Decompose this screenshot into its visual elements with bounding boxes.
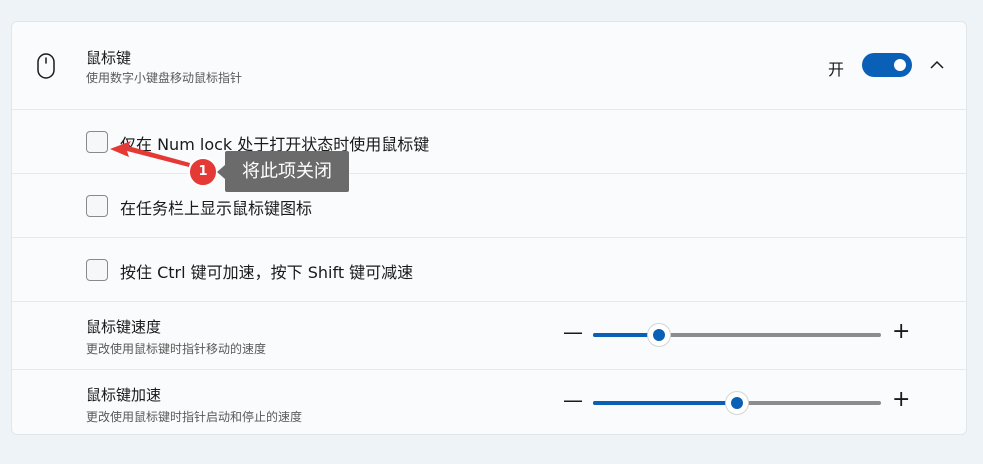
- taskbar-icon-checkbox[interactable]: [86, 195, 108, 217]
- option-row-taskbar-icon[interactable]: 在任务栏上显示鼠标键图标: [12, 173, 966, 237]
- mouse-keys-toggle[interactable]: [862, 53, 912, 77]
- acceleration-plus-icon: +: [892, 387, 911, 412]
- annotation-badge: 1: [188, 157, 218, 187]
- ctrl-shift-label: 按住 Ctrl 键可加速，按下 Shift 键可减速: [120, 263, 414, 282]
- numlock-checkbox[interactable]: [86, 131, 108, 153]
- speed-subtitle: 更改使用鼠标键时指针移动的速度: [86, 342, 267, 356]
- acceleration-slider-thumb[interactable]: [726, 392, 748, 414]
- acceleration-slider[interactable]: [593, 392, 881, 414]
- mouse-icon: [37, 53, 55, 79]
- toggle-knob: [894, 59, 906, 71]
- mouse-keys-title: 鼠标键: [86, 49, 132, 67]
- chevron-up-icon[interactable]: [929, 59, 945, 71]
- mouse-keys-subtitle: 使用数字小键盘移动鼠标指针: [86, 71, 243, 85]
- mouse-keys-card: 鼠标键 使用数字小键盘移动鼠标指针 开 仅在 Num lock 处于打开状态时使…: [11, 21, 967, 435]
- acceleration-row: 鼠标键加速 更改使用鼠标键时指针启动和停止的速度 — +: [12, 369, 966, 436]
- annotation-tooltip: 将此项关闭: [217, 151, 349, 192]
- mouse-keys-header[interactable]: 鼠标键 使用数字小键盘移动鼠标指针 开: [12, 22, 966, 109]
- acceleration-title: 鼠标键加速: [86, 386, 162, 404]
- ctrl-shift-checkbox[interactable]: [86, 259, 108, 281]
- option-row-numlock[interactable]: 仅在 Num lock 处于打开状态时使用鼠标键: [12, 109, 966, 173]
- acceleration-slider-fill: [593, 401, 737, 405]
- speed-row: 鼠标键速度 更改使用鼠标键时指针移动的速度 — +: [12, 301, 966, 369]
- speed-plus-icon: +: [892, 319, 911, 344]
- acceleration-subtitle: 更改使用鼠标键时指针启动和停止的速度: [86, 410, 303, 424]
- speed-minus-icon: —: [563, 320, 583, 344]
- speed-slider-thumb[interactable]: [648, 324, 671, 346]
- toggle-state-label: 开: [828, 60, 845, 79]
- speed-slider[interactable]: [593, 324, 881, 346]
- taskbar-icon-label: 在任务栏上显示鼠标键图标: [120, 199, 313, 218]
- speed-title: 鼠标键速度: [86, 318, 162, 336]
- acceleration-minus-icon: —: [563, 388, 583, 412]
- option-row-ctrl-shift[interactable]: 按住 Ctrl 键可加速，按下 Shift 键可减速: [12, 237, 966, 301]
